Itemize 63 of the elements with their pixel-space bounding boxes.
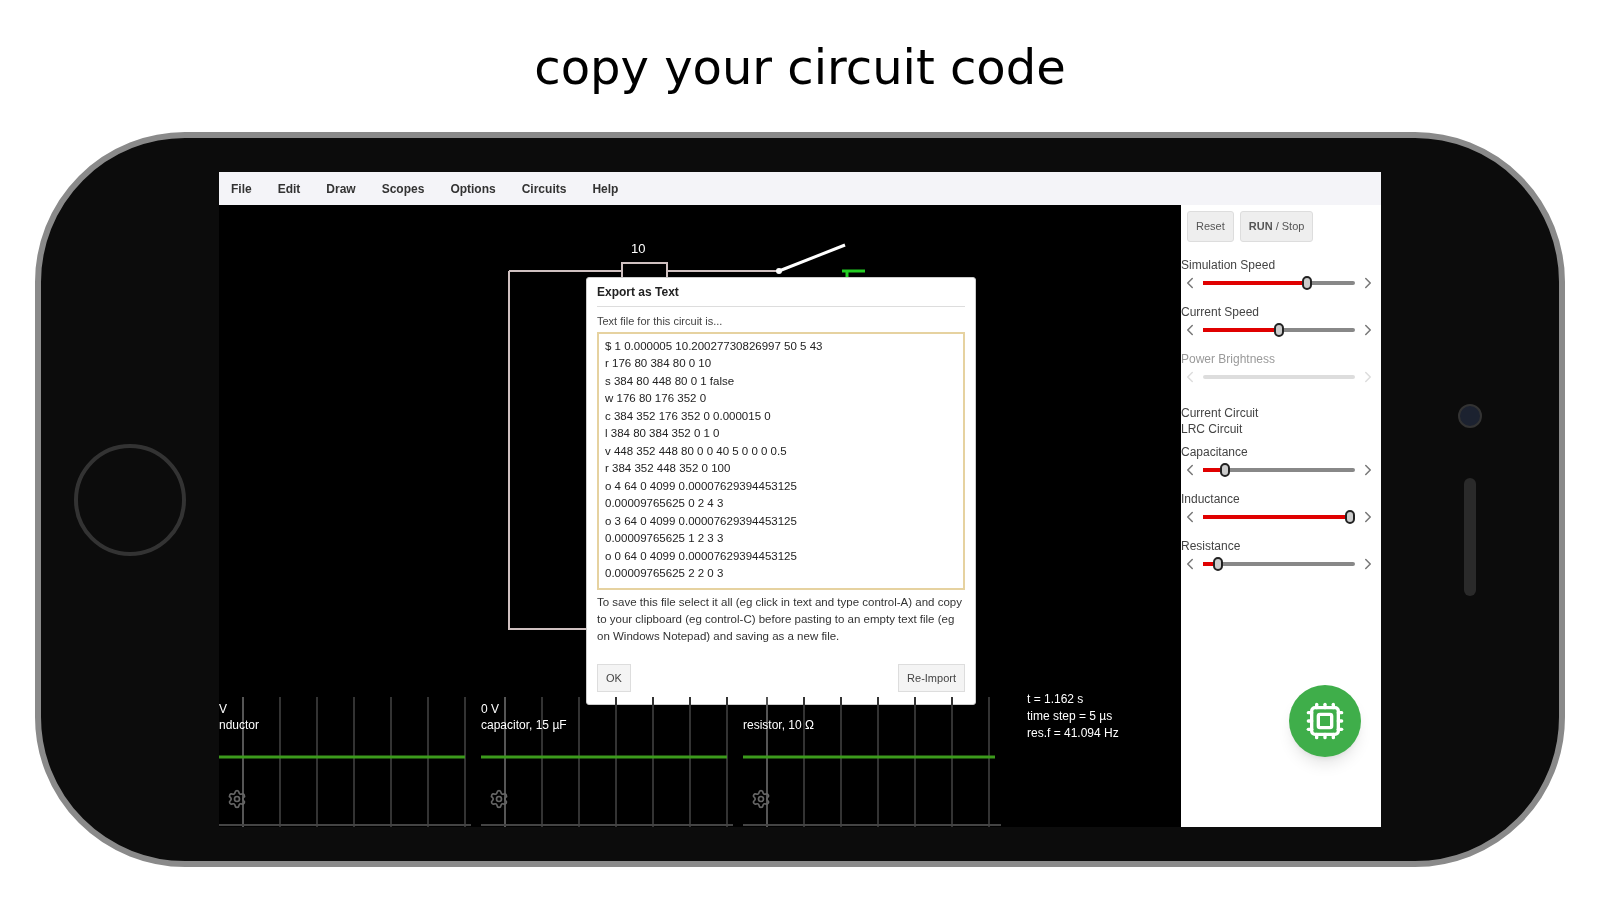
menu-item[interactable]: Circuits (521, 179, 567, 198)
dialog-title: Export as Text (597, 278, 965, 307)
code-line: 0.00009765625 0 2 4 3 (605, 496, 725, 511)
code-line: w 176 80 176 352 0 (605, 391, 708, 406)
slider-thumb[interactable] (1302, 275, 1313, 290)
code-line: l 384 80 384 352 0 1 0 (605, 426, 721, 441)
slider-thumb[interactable] (1212, 556, 1223, 571)
code-line: c 384 352 176 352 0 0.000015 0 (605, 408, 772, 424)
code-line: o 4 64 0 4099 0.00007629394453125 (605, 478, 798, 494)
menu-item[interactable]: File (231, 179, 252, 198)
dialog-button[interactable]: Re-Import (898, 663, 965, 692)
settings-icon[interactable] (751, 789, 771, 809)
menu-item[interactable]: Edit (277, 179, 301, 198)
scope-label: capacitor, 15 µF (481, 717, 567, 733)
slider-label: Capacitance (1181, 444, 1249, 460)
slider-track[interactable] (1203, 322, 1355, 337)
chip-fab-button[interactable] (1289, 685, 1361, 757)
slider-label: Simulation Speed (1181, 257, 1277, 273)
slider-label: Resistance (1181, 538, 1242, 554)
menu-item[interactable]: Options (450, 179, 496, 198)
current-circuit-label: Current Circuit (1181, 404, 1260, 421)
dialog-instructions: To save this file select it all (eg click in text and type control-A) and copy to your clipboard (eg control-C) before pasting to an empty text file (eg on Windows Notepad) and saving as a new file. (597, 594, 963, 644)
settings-icon[interactable] (227, 789, 247, 809)
code-line: r 176 80 384 80 0 10 (605, 356, 713, 371)
code-line: 0.00009765625 2 2 0 3 (605, 566, 725, 581)
code-line: o 3 64 0 4099 0.00007629394453125 (605, 513, 798, 529)
code-line: r 384 352 448 352 0 100 (605, 461, 732, 476)
dialog-subtitle: Text file for this circuit is... (597, 314, 724, 329)
simulation-info: t = 1.162 s (1027, 691, 1085, 708)
slider-track[interactable] (1203, 462, 1355, 477)
slider-label: Current Speed (1181, 304, 1261, 320)
settings-icon[interactable] (489, 789, 509, 809)
scope-label: resistor, 10 Ω (743, 717, 814, 733)
panel-button[interactable]: RUN / Stop (1239, 211, 1314, 242)
slider-thumb[interactable] (1274, 322, 1284, 337)
code-text-area[interactable] (597, 331, 965, 590)
slider-thumb[interactable] (1345, 509, 1355, 524)
slider-label: Inductance (1181, 491, 1241, 507)
menu-item[interactable]: Draw (326, 179, 356, 198)
dialog-button[interactable]: OK (597, 663, 631, 692)
headline: copy your circuit code (534, 38, 1066, 97)
slider-thumb[interactable] (1220, 462, 1231, 477)
camera-lens (1458, 403, 1482, 428)
code-line: o 0 64 0 4099 0.00007629394453125 (605, 548, 798, 564)
panel-button[interactable]: Reset (1187, 211, 1234, 242)
simulation-info: res.f = 41.094 Hz (1027, 725, 1119, 742)
scope-voltage: 0 V (481, 701, 500, 717)
code-line: 0.00009765625 1 2 3 3 (605, 531, 725, 546)
simulation-info: time step = 5 µs (1027, 708, 1114, 725)
slider-track[interactable] (1203, 275, 1355, 290)
current-circuit-name: LRC Circuit (1181, 420, 1244, 437)
slider-track[interactable] (1203, 556, 1355, 571)
slider-label: Power Brightness (1181, 351, 1277, 367)
menu-item[interactable]: Scopes (381, 179, 425, 198)
scope-label: nductor (219, 717, 260, 733)
menu-item[interactable]: Help (592, 179, 619, 198)
slider-track[interactable] (1203, 509, 1355, 524)
code-line: v 448 352 448 80 0 0 40 5 0 0 0 0.5 (605, 443, 788, 459)
chip-icon (1305, 701, 1345, 741)
code-line: s 384 80 448 80 0 1 false (605, 373, 736, 389)
code-line: $ 1 0.000005 10.20027730826997 50 5 43 (605, 338, 824, 354)
resistor-value: 10 (631, 240, 646, 258)
scope-voltage: V (219, 701, 228, 717)
